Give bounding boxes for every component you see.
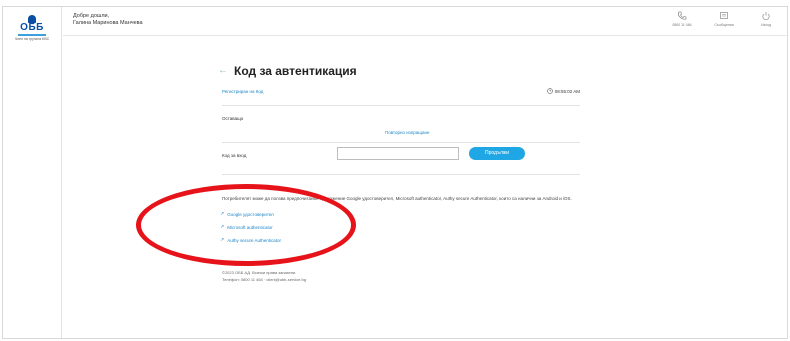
- logo-subtitle: Член на групата KBC: [14, 37, 50, 41]
- ubb-logo[interactable]: ОББ Член на групата KBC: [9, 15, 55, 41]
- phone-icon: [677, 11, 687, 20]
- logout-button[interactable]: Изход: [751, 11, 781, 27]
- message-icon: [720, 12, 728, 19]
- greeting-text: Добре дошли,: [73, 13, 110, 19]
- divider-middle: [222, 142, 580, 143]
- header-actions: 0800 11 464 Съобщения Изход: [667, 11, 781, 27]
- resend-link[interactable]: Повторно изпращане: [385, 130, 430, 135]
- footer: ©2023 ОББ АД. Всички права запазени. Тел…: [222, 269, 306, 283]
- page-title: Код за автентикация: [234, 64, 357, 78]
- code-label: Код за вход: [222, 153, 247, 158]
- title-row: ← Код за автентикация: [218, 64, 582, 78]
- app-window: ОББ Член на групата KBC Добре дошли, Гал…: [2, 6, 788, 339]
- time-display: 08:55:02 AM: [546, 88, 580, 94]
- continue-button[interactable]: Продължи: [469, 147, 525, 160]
- phone-label: 0800 11 464: [672, 23, 692, 27]
- phone-button[interactable]: 0800 11 464: [667, 11, 697, 27]
- logout-label: Изход: [761, 23, 771, 27]
- messages-label: Съобщения: [714, 23, 734, 27]
- sidebar: ОББ Член на групата KBC: [3, 7, 62, 338]
- divider-bottom: [222, 174, 580, 175]
- register-row: Регистриран на Код 08:55:02 AM: [218, 88, 582, 99]
- remaining-label: Оставащо: [222, 116, 244, 121]
- greeting: Добре дошли, Галина Маринова Манчева: [73, 13, 143, 27]
- logo-bar: [18, 34, 46, 36]
- clock-icon: [546, 88, 553, 94]
- register-link[interactable]: Регистриран на Код: [222, 89, 263, 94]
- time-text: 08:55:02 AM: [554, 88, 580, 94]
- copyright: ©2023 ОББ АД. Всички права запазени.: [222, 270, 297, 275]
- back-arrow-icon[interactable]: ←: [218, 66, 228, 76]
- auth-panel: ← Код за автентикация Регистриран на Код…: [218, 64, 582, 99]
- code-input[interactable]: [337, 147, 459, 160]
- header: Добре дошли, Галина Маринова Манчева 080…: [63, 7, 787, 36]
- messages-button[interactable]: Съобщения: [709, 11, 739, 27]
- divider-top: [222, 105, 580, 106]
- user-name: Галина Маринова Манчева: [73, 20, 143, 26]
- red-highlight-ellipse: [136, 184, 356, 266]
- logo-text: ОББ: [20, 22, 44, 33]
- contact-info: Телефон: 0800 11 464 · client@ubb-servic…: [222, 277, 306, 282]
- power-icon: [762, 12, 770, 20]
